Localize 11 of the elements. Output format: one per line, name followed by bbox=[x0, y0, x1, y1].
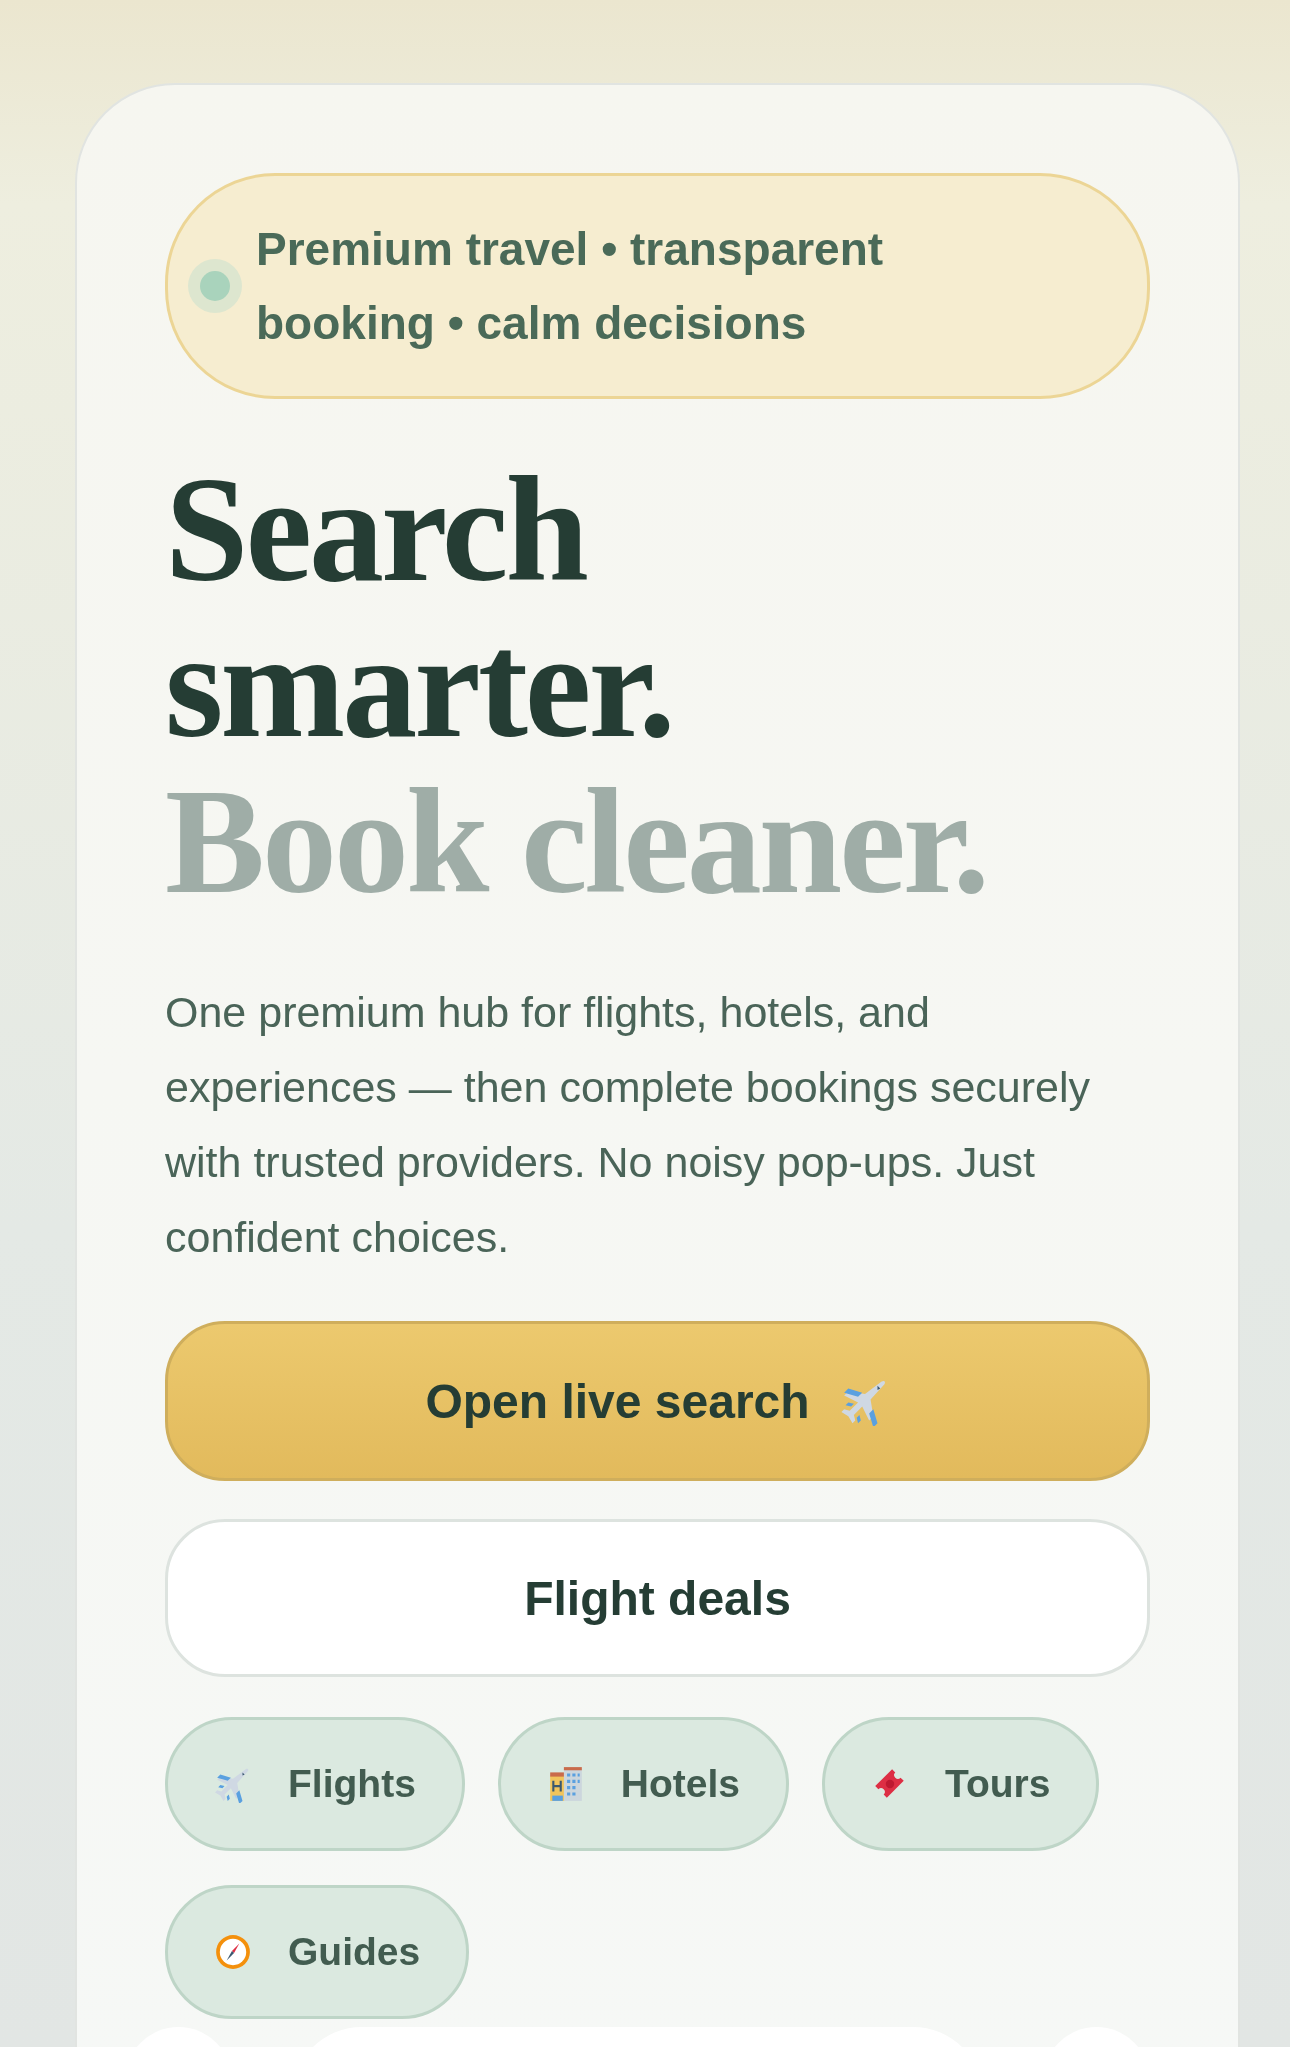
category-chip[interactable]: Flights bbox=[165, 1717, 465, 1851]
flight-deals-button[interactable]: Flight deals bbox=[165, 1519, 1150, 1677]
compass-icon bbox=[214, 1933, 252, 1971]
category-chip[interactable]: Hotels bbox=[497, 1717, 790, 1851]
live-search-button[interactable]: Open live search bbox=[165, 1321, 1150, 1481]
headline-text: Book cleaner. bbox=[165, 763, 989, 919]
tagline-text: Premium travel • transparent booking • calm decisions bbox=[256, 222, 885, 351]
category-chip[interactable]: Guides bbox=[165, 1885, 470, 2019]
description-text: One premium hub for flights, hotels, and experiences — then complete bookings securely with trusted providers. No noisy pop-ups. Just confident choices. bbox=[165, 987, 1091, 1263]
category-chip[interactable]: Tours bbox=[822, 1717, 1100, 1851]
headline-text: Search smarter. bbox=[165, 451, 674, 763]
